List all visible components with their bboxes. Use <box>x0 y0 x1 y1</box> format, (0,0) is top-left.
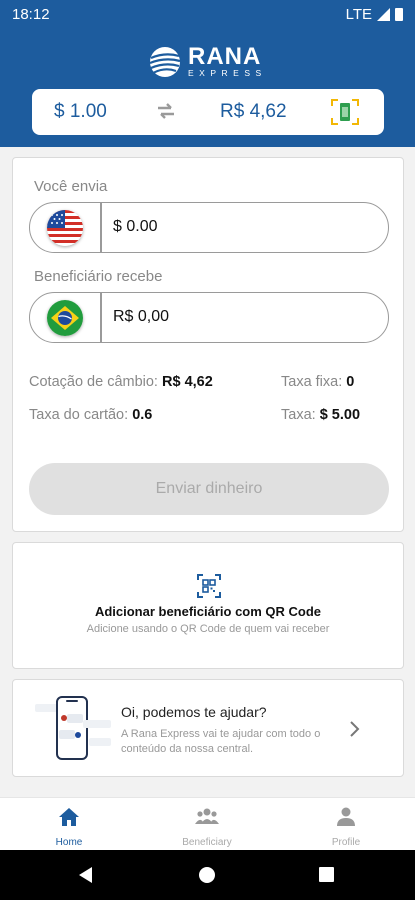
app-header: 18:12 LTE RANA EXPRESS $ 1.00 R$ 4,62 <box>0 0 415 147</box>
back-icon[interactable] <box>79 867 92 883</box>
nav-beneficiary-label: Beneficiary <box>182 837 232 848</box>
card-fee-info: Taxa do cartão: 0.6 <box>29 407 152 423</box>
home-circle-icon[interactable] <box>199 867 215 883</box>
brand-name: RANA <box>188 43 262 70</box>
qr-scan-icon <box>197 574 221 598</box>
recents-icon[interactable] <box>319 867 334 882</box>
you-send-amount[interactable]: $ 0.00 <box>113 218 157 236</box>
recipient-gets-label: Beneficiário recebe <box>34 268 163 285</box>
system-navigation-bar <box>0 850 415 900</box>
exchange-rate-value: R$ 4,62 <box>162 374 213 390</box>
exchange-rate-bar: $ 1.00 R$ 4,62 <box>32 89 384 135</box>
status-time: 18:12 <box>12 6 50 23</box>
qr-card-description: Adicione usando o QR Code de quem vai re… <box>86 623 330 635</box>
network-label: LTE <box>345 6 372 23</box>
fixed-fee-label: Taxa fixa: <box>281 374 343 390</box>
nav-home-label: Home <box>55 837 83 848</box>
swap-icon <box>158 103 174 119</box>
exchange-rate-label: Cotação de câmbio: <box>29 374 158 390</box>
help-card-title: Oi, podemos te ajudar? <box>121 704 267 720</box>
signal-icon <box>377 8 390 21</box>
exchange-rate-info: Cotação de câmbio: R$ 4,62 <box>29 374 213 390</box>
brazil-flag-icon[interactable] <box>47 300 83 336</box>
brand-tagline: EXPRESS <box>188 68 267 78</box>
globe-logo-icon <box>149 47 181 77</box>
bottom-navigation: Home Beneficiary Profile <box>0 797 415 851</box>
qr-beneficiary-card[interactable]: Adicionar beneficiário com QR Code Adici… <box>12 542 404 669</box>
home-icon <box>59 808 79 826</box>
recipient-gets-amount[interactable]: R$ 0,00 <box>113 308 169 326</box>
status-bar: 18:12 LTE <box>0 0 415 30</box>
nav-beneficiary[interactable]: Beneficiary <box>138 798 276 851</box>
help-card-description: A Rana Express vai te ajudar com todo o … <box>121 728 321 755</box>
card-fee-value: 0.6 <box>132 407 153 423</box>
battery-icon <box>395 8 403 21</box>
card-fee-label: Taxa do cartão: <box>29 407 129 423</box>
fixed-fee-info: Taxa fixa: 0 <box>281 374 354 390</box>
nav-profile-label: Profile <box>331 837 361 848</box>
rate-to-amount: R$ 4,62 <box>220 101 287 122</box>
help-illustration <box>35 696 111 760</box>
brand-logo: RANA EXPRESS <box>148 44 267 80</box>
nav-home[interactable]: Home <box>0 798 138 851</box>
send-money-button[interactable]: Enviar dinheiro <box>29 463 389 515</box>
you-send-field[interactable]: $ 0.00 <box>29 202 389 253</box>
send-money-card: Você envia $ 0.00 Beneficiário recebe R$… <box>12 157 404 532</box>
fee-info: Taxa: $ 5.00 <box>281 407 360 423</box>
qr-card-title: Adicionar beneficiário com QR Code <box>94 604 322 619</box>
recipient-gets-field[interactable]: R$ 0,00 <box>29 292 389 343</box>
nav-profile[interactable]: Profile <box>277 798 415 851</box>
you-send-label: Você envia <box>34 178 108 195</box>
rate-from-amount: $ 1.00 <box>54 101 107 122</box>
fee-label: Taxa: <box>281 407 316 423</box>
people-icon <box>195 808 219 824</box>
us-flag-icon[interactable] <box>47 210 83 246</box>
field-divider <box>100 202 102 252</box>
help-card[interactable]: Oi, podemos te ajudar? A Rana Express va… <box>12 679 404 777</box>
field-divider <box>100 292 102 342</box>
scan-money-icon[interactable] <box>330 98 360 126</box>
chevron-right-icon[interactable] <box>349 720 361 738</box>
person-icon <box>337 807 355 826</box>
fixed-fee-value: 0 <box>346 374 355 390</box>
fee-value: $ 5.00 <box>319 407 361 423</box>
